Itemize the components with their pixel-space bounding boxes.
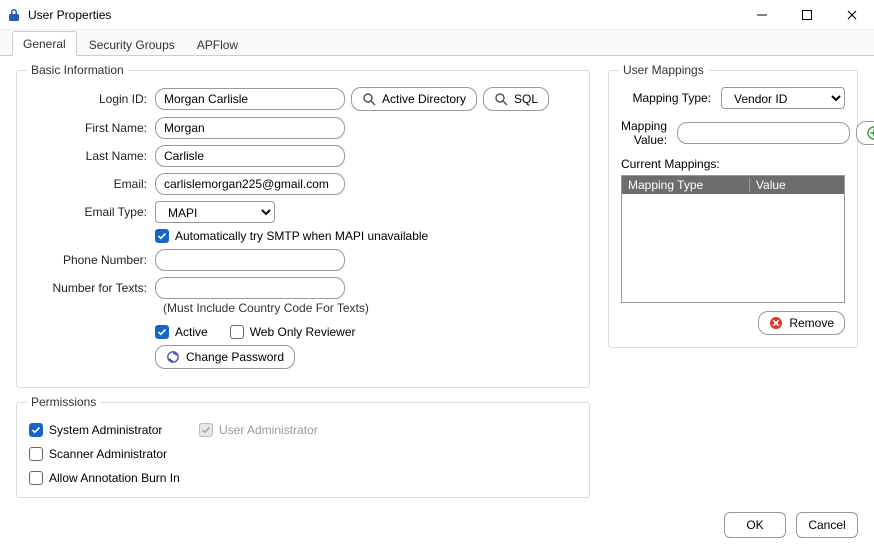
change-password-label: Change Password — [186, 350, 284, 364]
active-label: Active — [175, 325, 208, 339]
last-name-input[interactable] — [155, 145, 345, 167]
system-admin-label: System Administrator — [49, 423, 162, 437]
allow-burn-in-checkbox[interactable]: Allow Annotation Burn In — [29, 471, 183, 485]
tab-security-groups[interactable]: Security Groups — [79, 33, 185, 56]
tab-strip: General Security Groups APFlow — [0, 30, 874, 56]
mapping-value-label: Mapping Value: — [621, 119, 671, 147]
sql-button[interactable]: SQL — [483, 87, 549, 111]
web-only-reviewer-label: Web Only Reviewer — [250, 325, 356, 339]
smtp-fallback-label: Automatically try SMTP when MAPI unavail… — [175, 229, 428, 243]
user-mappings-legend: User Mappings — [619, 63, 708, 77]
basic-information-legend: Basic Information — [27, 63, 128, 77]
change-password-button[interactable]: Change Password — [155, 345, 295, 369]
plus-icon — [867, 126, 874, 140]
mapping-type-select[interactable]: Vendor ID — [721, 87, 845, 109]
minimize-button[interactable] — [739, 0, 784, 30]
smtp-fallback-checkbox[interactable]: Automatically try SMTP when MAPI unavail… — [155, 229, 428, 243]
active-directory-button[interactable]: Active Directory — [351, 87, 477, 111]
login-id-label: Login ID: — [29, 92, 155, 106]
phone-label: Phone Number: — [29, 253, 155, 267]
close-icon — [847, 10, 857, 20]
ok-label: OK — [746, 518, 763, 532]
active-checkbox[interactable]: Active — [155, 325, 208, 339]
search-icon — [362, 92, 376, 106]
cancel-label: Cancel — [808, 518, 845, 532]
texts-input[interactable] — [155, 277, 345, 299]
dialog-footer: OK Cancel — [724, 512, 858, 538]
user-admin-label: User Administrator — [219, 423, 318, 437]
user-mappings-group: User Mappings Mapping Type: Vendor ID Ma… — [608, 70, 858, 348]
active-directory-label: Active Directory — [382, 92, 466, 106]
remove-icon — [769, 316, 783, 330]
mapping-type-label: Mapping Type: — [621, 91, 715, 105]
remove-mapping-button[interactable]: Remove — [758, 311, 845, 335]
col-value[interactable]: Value — [750, 178, 844, 192]
first-name-input[interactable] — [155, 117, 345, 139]
window-title: User Properties — [28, 8, 111, 22]
permissions-legend: Permissions — [27, 395, 100, 409]
remove-label: Remove — [789, 316, 834, 330]
sql-label: SQL — [514, 92, 538, 106]
permissions-group: Permissions System Administrator User Ad… — [16, 402, 590, 498]
maximize-icon — [802, 10, 812, 20]
system-admin-checkbox[interactable]: System Administrator — [29, 423, 183, 437]
ok-button[interactable]: OK — [724, 512, 786, 538]
last-name-label: Last Name: — [29, 149, 155, 163]
minimize-icon — [757, 10, 767, 20]
basic-information-group: Basic Information Login ID: Active Direc… — [16, 70, 590, 388]
texts-note: (Must Include Country Code For Texts) — [163, 301, 577, 315]
tab-apflow[interactable]: APFlow — [187, 33, 248, 56]
user-admin-checkbox: User Administrator — [199, 423, 383, 437]
title-bar: User Properties — [0, 0, 874, 30]
search-icon — [494, 92, 508, 106]
texts-label: Number for Texts: — [29, 281, 155, 295]
refresh-icon — [166, 350, 180, 364]
close-button[interactable] — [829, 0, 874, 30]
web-only-reviewer-checkbox[interactable]: Web Only Reviewer — [230, 325, 356, 339]
maximize-button[interactable] — [784, 0, 829, 30]
mapping-value-input[interactable] — [677, 122, 850, 144]
email-type-label: Email Type: — [29, 205, 155, 219]
scanner-admin-label: Scanner Administrator — [49, 447, 167, 461]
login-id-input[interactable] — [155, 88, 345, 110]
app-lock-icon — [6, 7, 22, 23]
col-mapping-type[interactable]: Mapping Type — [622, 178, 750, 192]
email-label: Email: — [29, 177, 155, 191]
email-type-select[interactable]: MAPI — [155, 201, 275, 223]
current-mappings-label: Current Mappings: — [621, 157, 845, 171]
mappings-header: Mapping Type Value — [622, 176, 844, 194]
email-input[interactable] — [155, 173, 345, 195]
phone-input[interactable] — [155, 249, 345, 271]
first-name-label: First Name: — [29, 121, 155, 135]
scanner-admin-checkbox[interactable]: Scanner Administrator — [29, 447, 183, 461]
allow-burn-in-label: Allow Annotation Burn In — [49, 471, 180, 485]
tab-general[interactable]: General — [12, 31, 77, 56]
cancel-button[interactable]: Cancel — [796, 512, 858, 538]
add-mapping-button[interactable]: Add — [856, 121, 874, 145]
current-mappings-list[interactable]: Mapping Type Value — [621, 175, 845, 303]
